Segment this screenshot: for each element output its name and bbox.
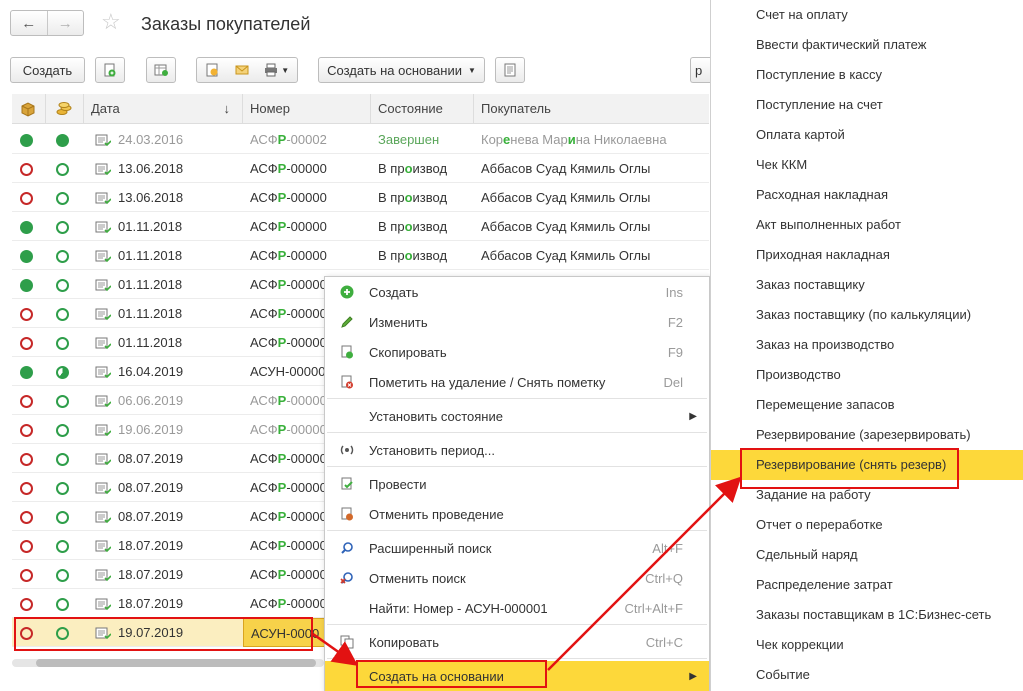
annotation-arrows xyxy=(312,476,742,671)
arrow-menu-to-submenu xyxy=(547,476,742,671)
arrow-row-to-menu xyxy=(312,632,359,666)
